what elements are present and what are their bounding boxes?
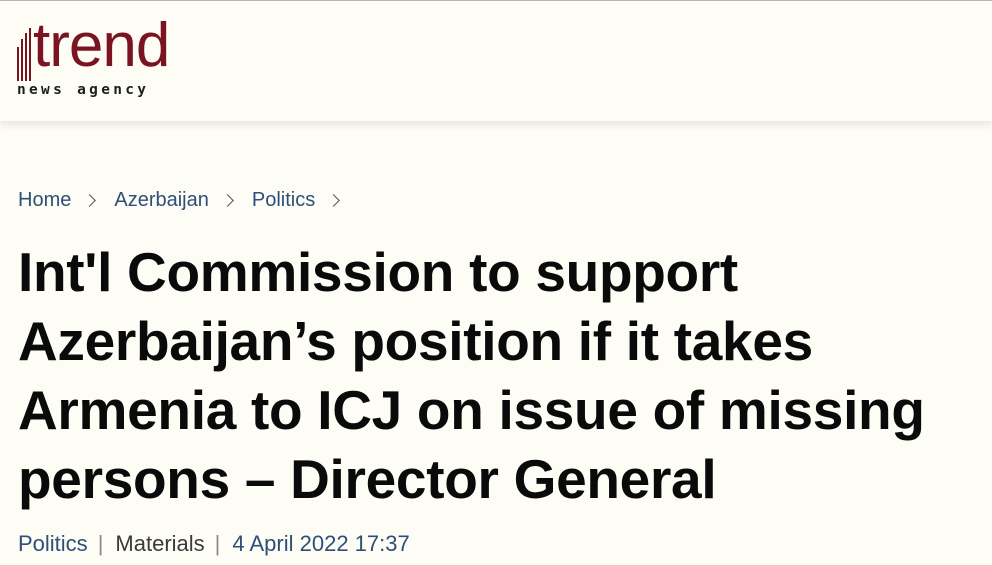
logo-wordmark: trend: [33, 11, 170, 80]
breadcrumb-home[interactable]: Home: [18, 189, 71, 212]
breadcrumb: Home Azerbaijan Politics: [18, 189, 358, 212]
article-date: 4 April 2022 17:37: [232, 531, 410, 556]
breadcrumb-azerbaijan[interactable]: Azerbaijan: [114, 189, 209, 212]
chevron-right-icon: [221, 194, 234, 207]
article-meta: Politics | Materials | 4 April 2022 17:3…: [18, 531, 410, 557]
site-header: trend news agency: [0, 0, 992, 121]
meta-separator: |: [214, 531, 221, 556]
trend-logo[interactable]: trend news agency: [17, 15, 189, 103]
breadcrumb-politics[interactable]: Politics: [252, 189, 315, 212]
article-type: Materials: [115, 531, 205, 556]
article-title: Int'l Commission to support Azerbaijan’s…: [18, 241, 925, 510]
chevron-right-icon: [83, 194, 97, 207]
article-category-link[interactable]: Politics: [18, 531, 88, 557]
chevron-right-icon: [327, 194, 341, 207]
meta-separator: |: [97, 531, 104, 556]
logo-tagline: news agency: [17, 82, 150, 98]
